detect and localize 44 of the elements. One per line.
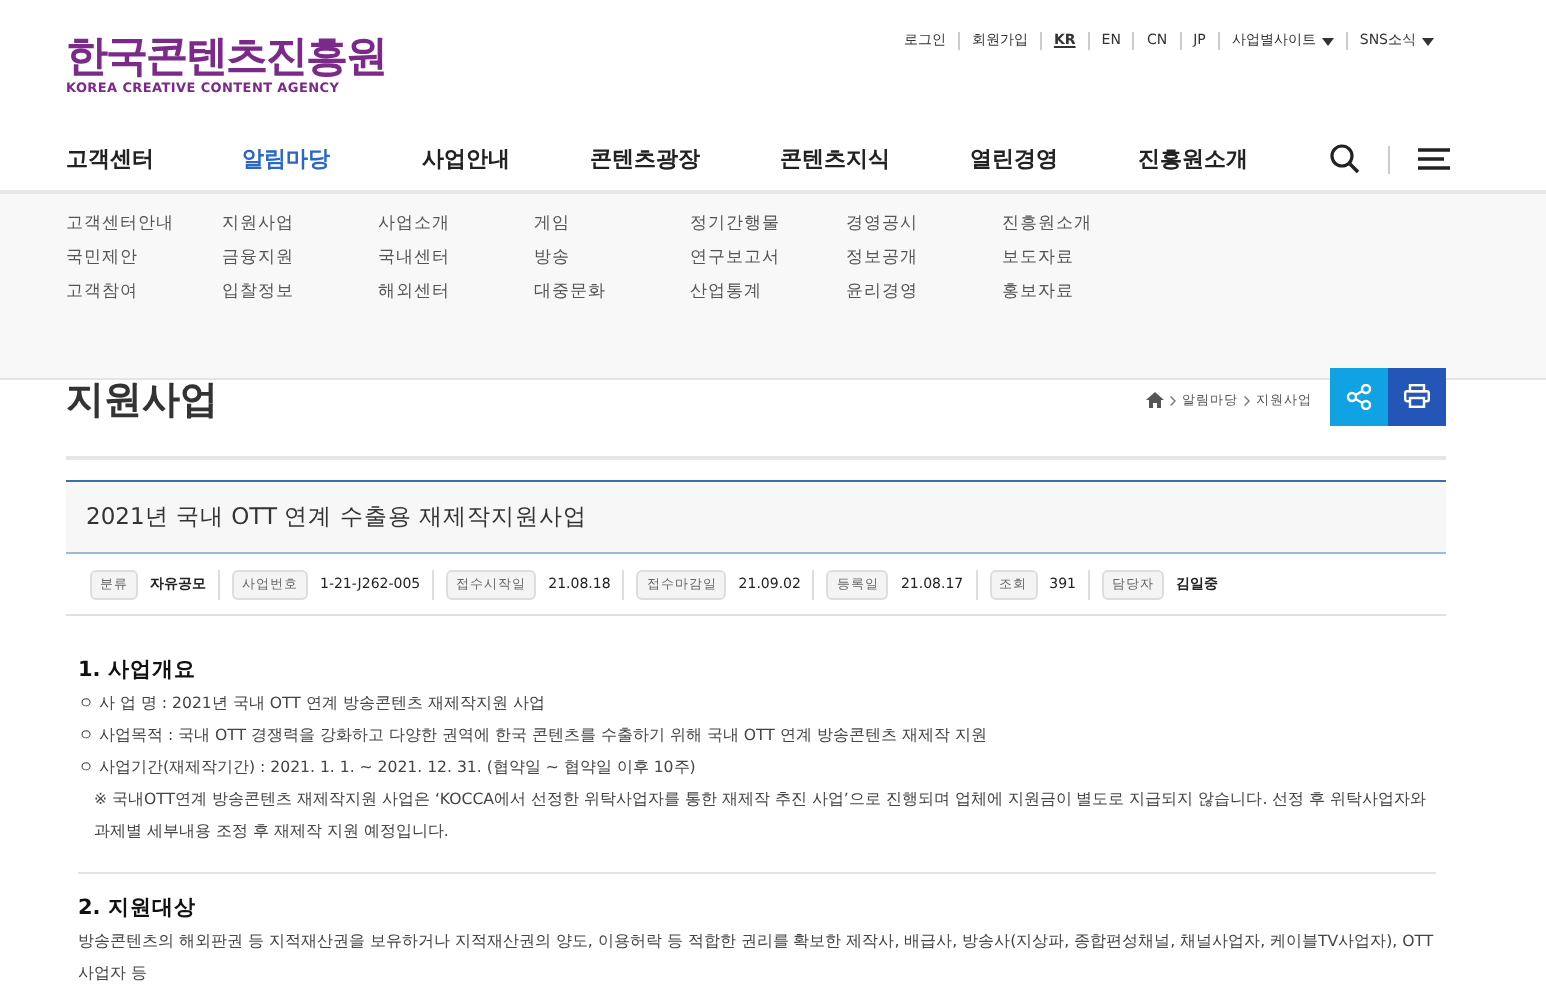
printer-icon xyxy=(1404,384,1430,408)
menu-link[interactable]: 사업소개 xyxy=(378,212,534,236)
chevron-icon xyxy=(1244,395,1250,405)
article-title: 2021년 국내 OTT 연계 수출용 재제작지원사업 xyxy=(66,480,1446,554)
menu-link[interactable]: 진흥원소개 xyxy=(1002,212,1158,236)
section-heading: 2. 지원대상 xyxy=(78,894,198,922)
menu-link[interactable]: 정기간행물 xyxy=(690,212,846,236)
menu-link[interactable]: 입찰정보 xyxy=(222,280,378,304)
menu-link[interactable]: 고객참여 xyxy=(66,280,222,304)
section-heading: 1. 사업개요 xyxy=(78,656,198,684)
menu-link[interactable]: 방송 xyxy=(534,246,690,270)
menu-link[interactable]: 해외센터 xyxy=(378,280,534,304)
menu-link[interactable]: 홍보자료 xyxy=(1002,280,1158,304)
menu-link[interactable]: 보도자료 xyxy=(1002,246,1158,270)
caret-icon xyxy=(1321,37,1334,45)
menu-link[interactable]: 윤리경영 xyxy=(846,280,1002,304)
nav-item[interactable]: 열린경영 xyxy=(970,144,1058,174)
menu-link[interactable]: 국내센터 xyxy=(378,246,534,270)
menu-link[interactable]: 경영공시 xyxy=(846,212,1002,236)
menu-link[interactable]: 국민제안 xyxy=(66,246,222,270)
menu-icon[interactable] xyxy=(1418,148,1450,170)
menu-link[interactable]: 연구보고서 xyxy=(690,246,846,270)
nav-item[interactable]: 진흥원소개 xyxy=(1138,144,1248,174)
share-button[interactable] xyxy=(1330,367,1388,425)
menu-link[interactable]: 대중문화 xyxy=(534,280,690,304)
nav-item[interactable]: 콘텐츠지식 xyxy=(780,144,890,174)
page-title: 지원사업 xyxy=(66,376,218,426)
nav-item[interactable]: 고객센터 xyxy=(66,144,154,174)
home-icon[interactable] xyxy=(1146,392,1164,408)
nav-item[interactable]: 알림마당 xyxy=(242,144,330,174)
search-icon[interactable] xyxy=(1330,144,1360,174)
chevron-icon xyxy=(1170,395,1176,405)
logo-title[interactable]: 한국콘텐츠진흥원 xyxy=(66,32,386,80)
share-icon xyxy=(1346,383,1372,409)
menu-link[interactable]: 지원사업 xyxy=(222,212,378,236)
menu-link[interactable]: 게임 xyxy=(534,212,690,236)
nav-item[interactable]: 사업안내 xyxy=(422,144,510,174)
menu-link[interactable]: 고객센터안내 xyxy=(66,212,222,236)
caret-icon xyxy=(1422,37,1434,45)
menu-link[interactable]: 정보공개 xyxy=(846,246,1002,270)
print-button[interactable] xyxy=(1388,367,1446,425)
menu-link[interactable]: 금융지원 xyxy=(222,246,378,270)
menu-link[interactable]: 산업통계 xyxy=(690,280,846,304)
nav-item[interactable]: 콘텐츠광장 xyxy=(590,144,700,174)
